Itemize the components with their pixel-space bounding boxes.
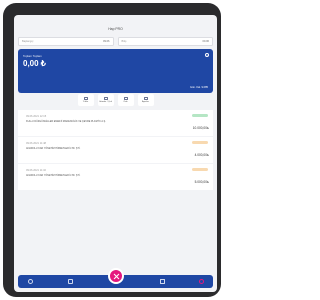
- transaction-row[interactable]: 09.06.2021 11:32 ANADOLU KAR YÖNETİM HİZ…: [18, 164, 213, 190]
- action-settings-button[interactable]: Ayarlar: [137, 94, 154, 106]
- balance-amount: 0,00 ₺: [23, 59, 46, 68]
- start-date-label: Başlangıç: [22, 40, 34, 43]
- action-label: Öde: [123, 101, 128, 104]
- action-transfer-button[interactable]: Gönder / Çek: [97, 94, 114, 106]
- transaction-description: ANADOLU KAR YÖNETİM HİZMETLERİ LTD. ŞTİ.: [26, 174, 81, 177]
- pay-icon: [123, 96, 128, 100]
- transaction-description: ANADOLU KAR YÖNETİM HİZMETLERİ LTD. ŞTİ.: [26, 147, 81, 150]
- transaction-date: 09.06.2021 11:48: [26, 142, 46, 145]
- transaction-row[interactable]: 09.06.2021 11:48 ANADOLU KAR YÖNETİM HİZ…: [18, 137, 213, 163]
- transaction-row[interactable]: 09.06.2021 12:15 KULLU DÜZGÜNGİLLER ENER…: [18, 110, 213, 136]
- end-date-field[interactable]: Bitiş 09.06: [117, 37, 213, 46]
- qr-icon: [113, 273, 120, 280]
- daily-limit: Gün. Kal. 9.085: [189, 86, 208, 89]
- action-pay-button[interactable]: Öde: [117, 94, 134, 106]
- transaction-date: 09.06.2021 11:32: [26, 169, 46, 172]
- action-label: Yükle: [82, 101, 89, 104]
- qr-scan-button[interactable]: [108, 268, 124, 284]
- transaction-description: KULLU DÜZGÜNGİLLER ENERJİ MADENCİLİK VE …: [26, 120, 106, 123]
- transfer-icon: [103, 96, 108, 100]
- end-date-value: 09.06: [202, 40, 210, 43]
- action-load-button[interactable]: Yükle: [77, 94, 94, 106]
- page-title: Hap PRO: [108, 27, 123, 31]
- wallet-icon[interactable]: [68, 279, 73, 284]
- status-badge: [192, 141, 208, 144]
- start-date-value: 09.06: [103, 40, 110, 43]
- profile-icon[interactable]: [199, 279, 204, 284]
- bank-icon[interactable]: [160, 279, 165, 284]
- status-badge: [192, 168, 208, 171]
- balance-label: Toplam Toplam: [23, 54, 42, 58]
- title-bar: Hap PRO: [14, 15, 217, 35]
- settings-icon: [143, 96, 148, 100]
- card-icon: [83, 96, 88, 100]
- app-screen: Hap PRO Başlangıç 09.06 Bitiş 09.06 Topl…: [14, 15, 217, 292]
- transaction-amount: 5.000,00₺: [194, 180, 209, 184]
- transaction-date: 09.06.2021 12:15: [26, 115, 47, 118]
- end-date-label: Bitiş: [121, 40, 127, 43]
- transaction-amount: 10.000,00₺: [192, 126, 209, 130]
- start-date-field[interactable]: Başlangıç 09.06: [18, 37, 114, 46]
- transaction-amount: 4.000,00₺: [194, 153, 209, 157]
- date-filter-row: Başlangıç 09.06 Bitiş 09.06: [18, 37, 213, 47]
- action-label: Ayarlar: [142, 101, 149, 104]
- balance-card: Toplam Toplam 0,00 ₺ i Gün. Kal. 9.085: [18, 49, 213, 93]
- tablet-frame: Hap PRO Başlangıç 09.06 Bitiş 09.06 Topl…: [3, 3, 221, 297]
- status-badge: [192, 114, 208, 117]
- action-label: Gönder / Çek: [98, 101, 112, 104]
- home-icon[interactable]: [28, 279, 33, 284]
- quick-actions: Yükle Gönder / Çek Öde Ayarlar: [18, 94, 213, 107]
- info-icon[interactable]: i: [205, 53, 209, 58]
